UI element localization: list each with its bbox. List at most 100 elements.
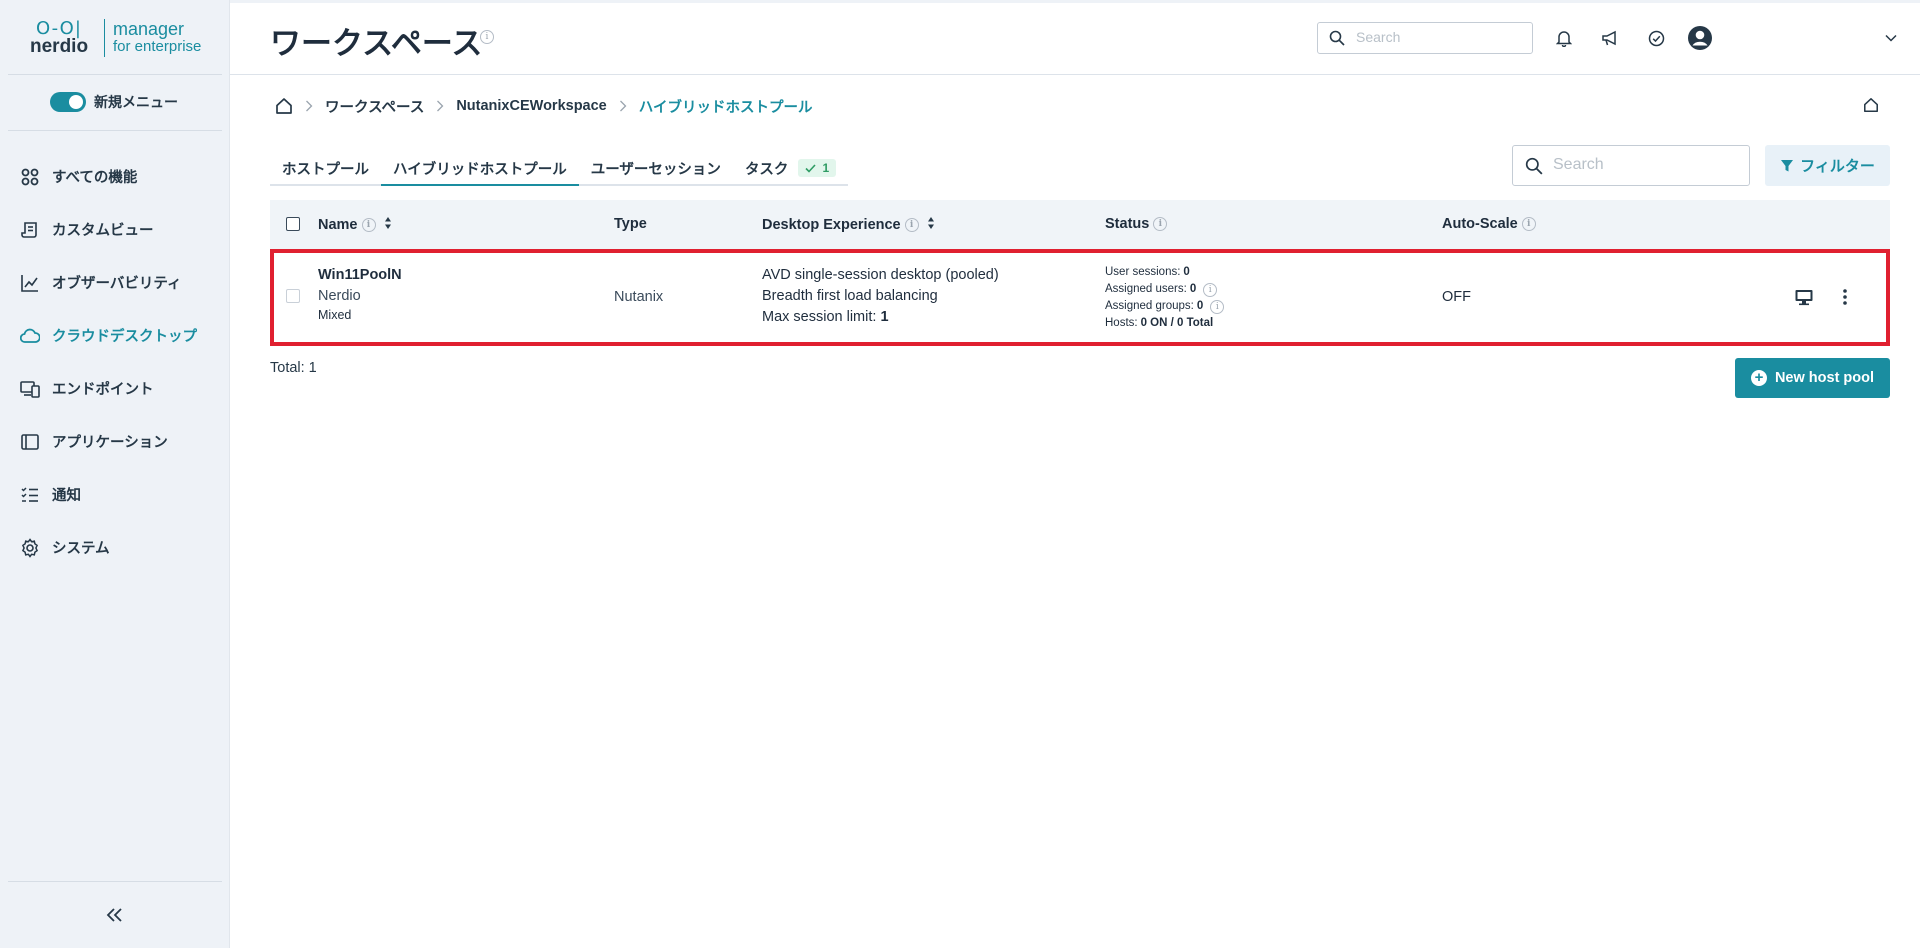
total-count: Total: 1 bbox=[270, 360, 317, 376]
filter-button[interactable]: フィルター bbox=[1765, 145, 1890, 186]
sidebar-item-custom-view[interactable]: カスタムビュー bbox=[0, 203, 230, 256]
sidebar-item-label: アプリケーション bbox=[52, 435, 168, 451]
nerdio-logo[interactable]: O-O| nerdio manager for enterprise bbox=[30, 16, 205, 60]
sidebar-item-label: 通知 bbox=[52, 488, 81, 504]
checklist-icon bbox=[20, 485, 40, 505]
new-menu-toggle-label: 新規メニュー bbox=[94, 94, 178, 110]
column-label: Name bbox=[318, 217, 358, 233]
sidebar-item-notifications[interactable]: 通知 bbox=[0, 468, 230, 521]
chevron-down-icon[interactable] bbox=[1880, 27, 1902, 49]
host-pool-name[interactable]: Win11PoolN bbox=[318, 265, 402, 286]
new-menu-toggle-row: 新規メニュー bbox=[50, 92, 178, 112]
table-row[interactable]: Win11PoolN Nerdio Mixed Nutanix AVD sing… bbox=[270, 249, 1890, 346]
info-icon[interactable]: i bbox=[904, 218, 919, 232]
more-vertical-icon[interactable] bbox=[1842, 288, 1848, 311]
sidebar-item-label: クラウドデスクトップ bbox=[52, 329, 197, 345]
column-status[interactable]: Status i bbox=[1105, 216, 1168, 232]
tab-tasks[interactable]: タスク 1 bbox=[733, 152, 848, 186]
page-title: ワークスペース bbox=[270, 26, 483, 62]
chevron-right-icon bbox=[305, 100, 313, 112]
home-icon[interactable] bbox=[275, 97, 293, 115]
host-pool-mode: Mixed bbox=[318, 308, 352, 322]
experience-desktop-type: AVD single-session desktop (pooled) bbox=[762, 267, 999, 283]
info-icon[interactable]: i bbox=[1210, 299, 1225, 314]
column-name[interactable]: Name i bbox=[318, 216, 392, 234]
check-circle-icon[interactable] bbox=[1645, 27, 1667, 49]
status-label: Assigned users: bbox=[1105, 283, 1187, 295]
info-icon[interactable]: i bbox=[361, 218, 376, 232]
global-search bbox=[1317, 22, 1533, 54]
info-icon[interactable]: i bbox=[480, 30, 494, 44]
sidebar: O-O| nerdio manager for enterprise 新規メニュ… bbox=[0, 0, 230, 948]
sidebar-item-cloud-desktop[interactable]: クラウドデスクトップ bbox=[0, 309, 230, 362]
tab-host-pools[interactable]: ホストプール bbox=[270, 152, 381, 186]
tab-bar: ホストプール ハイブリッドホストプール ユーザーセッション タスク 1 bbox=[270, 152, 849, 186]
status-value: 0 bbox=[1183, 266, 1190, 278]
table-search-input[interactable] bbox=[1553, 156, 1738, 174]
tab-hybrid-host-pools[interactable]: ハイブリッドホストプール bbox=[381, 152, 579, 186]
column-autoscale[interactable]: Auto-Scale i bbox=[1442, 216, 1536, 232]
status-value: 0 bbox=[1189, 283, 1197, 295]
cloud-icon bbox=[20, 326, 40, 346]
column-label: Desktop Experience bbox=[762, 217, 901, 233]
search-icon bbox=[1525, 157, 1543, 180]
info-icon[interactable]: i bbox=[1521, 217, 1536, 231]
chevron-right-icon bbox=[436, 100, 444, 112]
sidebar-item-endpoints[interactable]: エンドポイント bbox=[0, 362, 230, 415]
new-host-pool-button[interactable]: + New host pool bbox=[1735, 358, 1890, 398]
sidebar-divider bbox=[8, 74, 222, 75]
column-desktop-experience[interactable]: Desktop Experience i bbox=[762, 216, 935, 234]
bell-icon[interactable] bbox=[1553, 27, 1575, 49]
tab-label: ホストプール bbox=[282, 162, 369, 178]
global-search-input[interactable] bbox=[1356, 29, 1526, 45]
max-session-limit-value: 1 bbox=[880, 309, 889, 325]
select-all-checkbox[interactable] bbox=[286, 217, 300, 231]
status-value: 0 bbox=[1196, 300, 1204, 312]
logo-line1: manager bbox=[113, 19, 185, 39]
search-icon bbox=[1329, 30, 1345, 51]
status-label: User sessions: bbox=[1105, 266, 1181, 278]
chevron-right-icon bbox=[619, 100, 627, 112]
logo-text: manager for enterprise bbox=[113, 20, 201, 56]
breadcrumb-workspace-name[interactable]: NutanixCEWorkspace bbox=[456, 98, 606, 114]
new-menu-toggle[interactable] bbox=[50, 92, 86, 112]
column-label: Auto-Scale bbox=[1442, 216, 1518, 232]
tab-user-sessions[interactable]: ユーザーセッション bbox=[579, 152, 733, 186]
filter-icon bbox=[1781, 159, 1794, 171]
info-icon[interactable]: i bbox=[1153, 217, 1168, 231]
sidebar-item-all-features[interactable]: すべての機能 bbox=[0, 150, 230, 203]
tab-label: ユーザーセッション bbox=[590, 162, 721, 178]
status-user-sessions: User sessions: 0 bbox=[1105, 264, 1224, 281]
info-icon[interactable]: i bbox=[1203, 282, 1218, 297]
sort-icon[interactable] bbox=[384, 216, 392, 234]
status-assigned-groups: Assigned groups: 0 i bbox=[1105, 298, 1225, 315]
sidebar-nav: すべての機能 カスタムビュー オブザーバビリティ クラウドデスクトップ エンドポ… bbox=[0, 150, 230, 574]
scroll-icon bbox=[20, 220, 40, 240]
sort-icon[interactable] bbox=[927, 216, 935, 234]
logo-mark: O-O| nerdio bbox=[30, 16, 102, 60]
sidebar-divider bbox=[8, 881, 222, 882]
user-avatar-icon[interactable] bbox=[1686, 24, 1714, 52]
select-all-checkbox-cell bbox=[286, 217, 300, 231]
check-icon bbox=[805, 163, 817, 173]
home-icon[interactable] bbox=[1863, 97, 1879, 118]
sidebar-item-observability[interactable]: オブザーバビリティ bbox=[0, 256, 230, 309]
app-window-icon bbox=[20, 432, 40, 452]
megaphone-icon[interactable] bbox=[1599, 27, 1621, 49]
breadcrumb-workspaces[interactable]: ワークスペース bbox=[325, 96, 424, 117]
max-session-limit: Max session limit: 1 bbox=[762, 307, 999, 328]
row-experience-cell: AVD single-session desktop (pooled) Brea… bbox=[762, 265, 999, 328]
chart-line-icon bbox=[20, 273, 40, 293]
desktop-monitor-icon[interactable] bbox=[1794, 288, 1814, 311]
row-checkbox-cell bbox=[286, 289, 300, 303]
column-type[interactable]: Type bbox=[614, 216, 647, 232]
status-value: 0 ON / 0 Total bbox=[1140, 317, 1214, 329]
collapse-sidebar-button[interactable] bbox=[100, 900, 130, 930]
row-checkbox[interactable] bbox=[286, 289, 300, 303]
host-pool-owner: Nerdio bbox=[318, 288, 361, 304]
row-status-cell: User sessions: 0 Assigned users: 0 i Ass… bbox=[1105, 264, 1225, 332]
sidebar-item-applications[interactable]: アプリケーション bbox=[0, 415, 230, 468]
task-count: 1 bbox=[822, 161, 830, 175]
sidebar-item-system[interactable]: システム bbox=[0, 521, 230, 574]
logo-word: nerdio bbox=[30, 36, 89, 57]
